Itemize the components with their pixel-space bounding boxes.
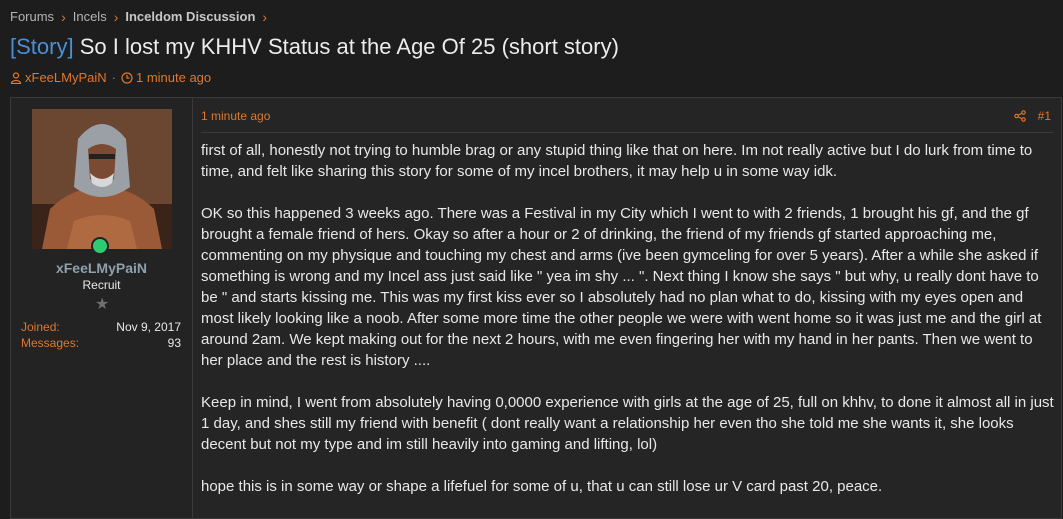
- user-sidebar: xFeeLMyPaiN Recruit ★ Joined: Nov 9, 201…: [11, 98, 193, 518]
- user-icon: [10, 71, 22, 84]
- thread-time[interactable]: 1 minute ago: [136, 70, 211, 85]
- avatar-image: [32, 109, 172, 249]
- clock-icon: [121, 71, 133, 84]
- stat-joined-label: Joined:: [21, 320, 60, 334]
- breadcrumb: Forums › Incels › Inceldom Discussion ›: [10, 9, 274, 24]
- thread-meta: xFeeLMyPaiN · 1 minute ago: [10, 70, 211, 85]
- post-body: first of all, honestly not trying to hum…: [201, 140, 1056, 518]
- post-time[interactable]: 1 minute ago: [201, 109, 270, 123]
- post-actions: #1: [1013, 109, 1051, 123]
- post: xFeeLMyPaiN Recruit ★ Joined: Nov 9, 201…: [10, 97, 1062, 519]
- breadcrumb-incels[interactable]: Incels: [73, 9, 107, 24]
- chevron-right-icon: ›: [262, 8, 268, 25]
- post-paragraph: first of all, honestly not trying to hum…: [201, 142, 1033, 180]
- chevron-right-icon: ›: [113, 8, 119, 25]
- post-number[interactable]: #1: [1038, 109, 1051, 123]
- star-icon: ★: [95, 296, 110, 313]
- chevron-right-icon: ›: [61, 8, 66, 25]
- user-role: Recruit: [82, 278, 121, 292]
- breadcrumb-forums[interactable]: Forums: [10, 9, 54, 24]
- stat-messages: Messages: 93: [21, 336, 181, 350]
- thread-title: [Story] So I lost my KHHV Status at the …: [10, 34, 619, 60]
- stat-messages-value: 93: [167, 336, 181, 350]
- post-paragraph: OK so this happened 3 weeks ago. There w…: [201, 205, 1042, 369]
- online-status-indicator: [91, 237, 109, 255]
- post-paragraph: hope this is in some way or shape a life…: [201, 478, 883, 495]
- post-header: 1 minute ago #1: [201, 109, 1051, 123]
- post-content: 1 minute ago #1 first of all, honestly n…: [193, 98, 1061, 518]
- thread-prefix[interactable]: [Story]: [10, 34, 74, 59]
- share-icon[interactable]: [1013, 110, 1026, 122]
- thread-author[interactable]: xFeeLMyPaiN: [25, 70, 107, 85]
- thread-title-text: So I lost my KHHV Status at the Age Of 2…: [79, 34, 619, 59]
- avatar[interactable]: [32, 109, 172, 249]
- stat-messages-label: Messages:: [21, 336, 80, 350]
- stat-joined: Joined: Nov 9, 2017: [21, 320, 181, 334]
- meta-separator: ·: [111, 70, 116, 85]
- username[interactable]: xFeeLMyPaiN: [11, 260, 192, 276]
- breadcrumb-inceldom-discussion[interactable]: Inceldom Discussion: [125, 9, 255, 24]
- post-divider: [201, 132, 1053, 133]
- stat-joined-value: Nov 9, 2017: [116, 320, 181, 334]
- post-paragraph: Keep in mind, I went from absolutely hav…: [201, 394, 1054, 453]
